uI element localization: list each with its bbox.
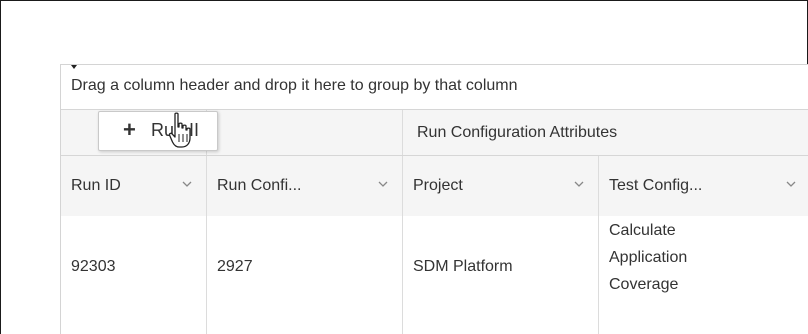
cell-project[interactable]: SDM Platform: [403, 216, 599, 334]
cell-text-line: Coverage: [609, 276, 679, 293]
group-panel-hint: Drag a column header and drop it here to…: [71, 77, 518, 94]
column-group-run-configuration-attributes: Run Configuration Attributes: [403, 110, 808, 156]
chevron-down-icon[interactable]: [181, 178, 193, 190]
cell-text-line: Application: [609, 249, 688, 266]
dragged-column-chip[interactable]: + Run II: [98, 111, 218, 151]
column-header-label: Test Config...: [609, 177, 703, 194]
chevron-down-icon[interactable]: [573, 178, 585, 190]
column-header-run-id[interactable]: Run ID: [61, 156, 207, 216]
group-panel[interactable]: Drag a column header and drop it here to…: [61, 65, 808, 117]
hand-pointer-icon: [168, 112, 191, 148]
cell-test-config[interactable]: Calculate Application Coverage: [599, 216, 808, 334]
column-header-label: Run Confi...: [217, 177, 302, 194]
cell-text: 92303: [71, 258, 116, 275]
cell-text: SDM Platform: [413, 258, 513, 275]
plus-icon: +: [123, 117, 136, 142]
cell-run-id[interactable]: 92303: [61, 216, 207, 334]
table-row[interactable]: 92303 2927 SDM Platform Calculate Applic…: [61, 216, 808, 334]
column-header-test-config[interactable]: Test Config...: [599, 156, 808, 216]
column-group-title: Run Configuration Attributes: [417, 124, 618, 141]
band-spacer: [207, 110, 403, 156]
column-header-run-config[interactable]: Run Confi...: [207, 156, 403, 216]
cell-run-config[interactable]: 2927: [207, 216, 403, 334]
collapse-down-icon: [71, 65, 77, 69]
column-header-project[interactable]: Project: [403, 156, 599, 216]
column-header-label: Project: [413, 177, 463, 194]
chevron-down-icon[interactable]: [377, 178, 389, 190]
chevron-down-icon[interactable]: [785, 178, 797, 190]
column-header-label: Run ID: [71, 177, 121, 194]
column-headers: Run ID Run Confi... Project Test Config.…: [61, 155, 808, 217]
cell-text: 2927: [217, 258, 253, 275]
cell-text-line: Calculate: [609, 222, 676, 239]
data-grid: Drag a column header and drop it here to…: [60, 64, 808, 334]
